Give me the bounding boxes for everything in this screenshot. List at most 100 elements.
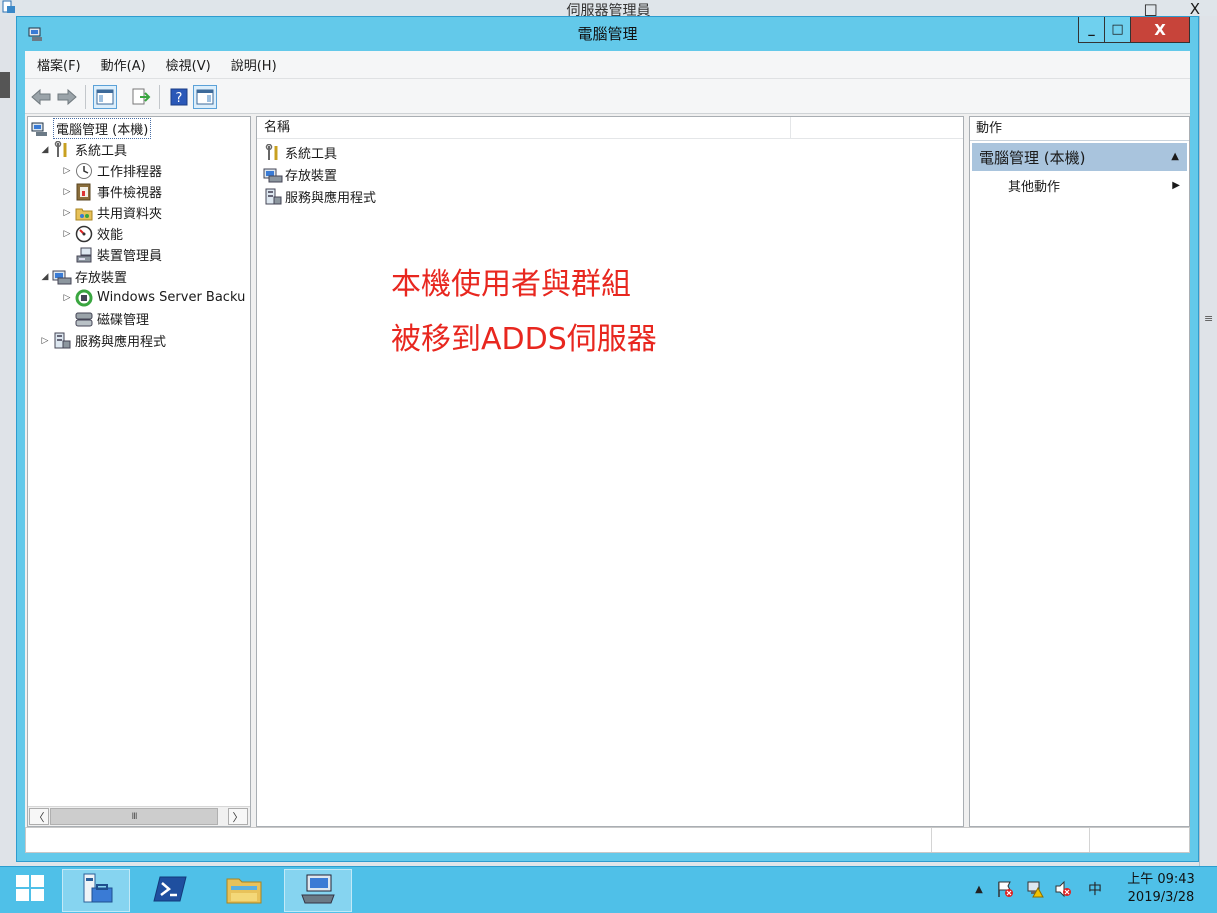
menu-action[interactable]: 動作(A)	[101, 55, 146, 74]
expand-arrow-icon[interactable]: ▷	[60, 229, 74, 239]
menu-help[interactable]: 說明(H)	[231, 55, 277, 74]
clock-date: 2019/3/28	[1127, 890, 1195, 905]
system-tools-icon	[263, 143, 283, 162]
expand-arrow-icon[interactable]: ▷	[60, 166, 74, 176]
collapse-arrow-icon[interactable]: ◢	[38, 145, 52, 155]
background-window-controls: _ □ X	[1104, 0, 1200, 18]
minimize-button[interactable]: _	[1079, 17, 1105, 42]
computer-management-window: 電腦管理 _ □ X 檔案(F) 動作(A) 檢視(V) 說明(H) ? 電腦管…	[16, 16, 1199, 862]
server-manager-icon	[78, 872, 114, 910]
annotation-line-1: 本機使用者與群組	[391, 267, 631, 302]
expand-arrow-icon[interactable]: ▷	[60, 293, 74, 303]
powershell-icon	[153, 875, 187, 907]
collapse-up-icon[interactable]: ▲	[1171, 151, 1179, 162]
storage-icon	[52, 268, 72, 286]
window-controls: _ □ X	[1078, 17, 1190, 43]
services-apps-icon	[263, 188, 283, 206]
scroll-left-icon[interactable]: 〈	[29, 808, 49, 825]
tree-item-shared-folders[interactable]: ▷ 共用資料夾	[60, 202, 162, 223]
content-area: 電腦管理 (本機) ◢ 系統工具 ▷ 工作排程器 ▷ 事件檢視器 ▷ 共用資料夾…	[25, 114, 1190, 827]
action-pane: 動作 電腦管理 (本機) ▲ 其他動作 ▶	[969, 116, 1190, 827]
tree-item-device-manager[interactable]: 裝置管理員	[60, 244, 162, 265]
submenu-arrow-icon: ▶	[1172, 179, 1180, 191]
start-button[interactable]	[0, 867, 60, 913]
action-pane-header: 動作	[970, 117, 1189, 141]
clock-time: 上午 09:43	[1127, 872, 1195, 887]
close-button[interactable]: X	[1131, 17, 1189, 42]
show-hide-action-pane-icon[interactable]	[193, 85, 217, 109]
action-section-label: 電腦管理 (本機)	[979, 148, 1086, 167]
svg-text:?: ?	[176, 91, 183, 106]
red-annotation-text: 本機使用者與群組 被移到ADDS伺服器	[391, 257, 657, 367]
toolbar-separator	[85, 85, 86, 109]
tree-item-storage[interactable]: ◢ 存放裝置	[38, 266, 127, 287]
expand-arrow-icon[interactable]: ▷	[60, 187, 74, 197]
tree-item-windows-server-backup[interactable]: ▷ Windows Server Backu	[60, 287, 245, 308]
list-item-label: 服務與應用程式	[285, 191, 377, 206]
expand-arrow-icon[interactable]: ▷	[60, 208, 74, 218]
tree-label: 裝置管理員	[97, 249, 163, 264]
tree-item-task-scheduler[interactable]: ▷ 工作排程器	[60, 160, 162, 181]
close-label: X	[1154, 20, 1166, 39]
windows-logo-icon	[15, 874, 45, 906]
collapse-arrow-icon[interactable]: ◢	[38, 272, 52, 282]
list-item-services-and-applications[interactable]: 服務與應用程式	[263, 186, 376, 207]
background-window-right-edge: ≡	[1199, 16, 1217, 866]
tree-root-label: 電腦管理 (本機)	[53, 118, 152, 139]
background-window-title: 伺服器管理員	[0, 0, 1217, 16]
taskbar-powershell[interactable]	[136, 869, 204, 912]
window-title: 電腦管理	[577, 25, 638, 43]
tree-item-computer-management-local[interactable]: 電腦管理 (本機)	[30, 118, 152, 139]
tree-item-event-viewer[interactable]: ▷ 事件檢視器	[60, 181, 162, 202]
menu-view[interactable]: 檢視(V)	[166, 55, 211, 74]
forward-icon[interactable]	[55, 85, 79, 109]
background-minimize-button[interactable]: _	[1104, 0, 1112, 18]
tree-item-disk-management[interactable]: 磁碟管理	[60, 308, 149, 329]
console-tree: 電腦管理 (本機) ◢ 系統工具 ▷ 工作排程器 ▷ 事件檢視器 ▷ 共用資料夾…	[27, 116, 251, 827]
help-icon[interactable]: ?	[167, 85, 191, 109]
list-item-label: 存放裝置	[285, 169, 338, 184]
show-hidden-icons-icon[interactable]: ▲	[969, 879, 989, 899]
tree-label: 事件檢視器	[97, 186, 163, 201]
scroll-right-icon[interactable]: 〉	[228, 808, 248, 825]
list-item-storage[interactable]: 存放裝置	[263, 164, 337, 185]
input-method-indicator[interactable]: 中	[1085, 879, 1105, 899]
system-tray: ▲ 中 上午 09:43 2019/3/28	[965, 867, 1217, 913]
tree-label: 工作排程器	[97, 165, 163, 180]
computer-management-icon	[299, 873, 337, 909]
action-center-flag-icon[interactable]	[995, 879, 1015, 899]
annotation-line-2: 被移到ADDS伺服器	[391, 322, 657, 357]
server-manager-small-icon	[2, 0, 16, 14]
title-bar[interactable]: 電腦管理 _ □ X	[17, 17, 1198, 51]
network-warning-icon[interactable]	[1025, 879, 1045, 899]
background-close-button[interactable]: X	[1190, 0, 1200, 18]
tree-item-performance[interactable]: ▷ 效能	[60, 223, 123, 244]
system-tools-icon	[52, 140, 72, 159]
action-section-computer-management[interactable]: 電腦管理 (本機) ▲	[972, 143, 1187, 171]
back-icon[interactable]	[29, 85, 53, 109]
tree-horizontal-scrollbar[interactable]: 〈 III 〉	[28, 806, 250, 826]
taskbar-file-explorer[interactable]	[210, 869, 278, 912]
taskbar-clock[interactable]: 上午 09:43 2019/3/28	[1121, 871, 1201, 907]
column-header-name[interactable]: 名稱	[257, 117, 791, 139]
scroll-thumb[interactable]: III	[50, 808, 218, 825]
menu-file[interactable]: 檔案(F)	[37, 55, 81, 74]
services-apps-icon	[52, 332, 72, 350]
maximize-button[interactable]: □	[1105, 17, 1131, 42]
speaker-muted-icon[interactable]	[1053, 879, 1073, 899]
taskbar-computer-management[interactable]	[284, 869, 352, 912]
action-more-actions[interactable]: 其他動作 ▶	[1008, 174, 1184, 196]
show-hide-tree-icon[interactable]	[93, 85, 117, 109]
tree-label: 服務與應用程式	[75, 335, 167, 350]
list-item-system-tools[interactable]: 系統工具	[263, 142, 337, 163]
background-maximize-button[interactable]: □	[1144, 0, 1158, 18]
tree-label: 磁碟管理	[97, 313, 150, 328]
taskbar-server-manager[interactable]	[62, 869, 130, 912]
list-item-label: 系統工具	[285, 147, 338, 162]
tree-item-services-and-applications[interactable]: ▷ 服務與應用程式	[38, 330, 166, 351]
expand-arrow-icon[interactable]: ▷	[38, 336, 52, 346]
status-separator	[1089, 828, 1090, 852]
export-list-icon[interactable]	[129, 85, 153, 109]
tree-item-system-tools[interactable]: ◢ 系統工具	[38, 139, 127, 160]
taskbar: ▲ 中 上午 09:43 2019/3/28	[0, 866, 1217, 913]
